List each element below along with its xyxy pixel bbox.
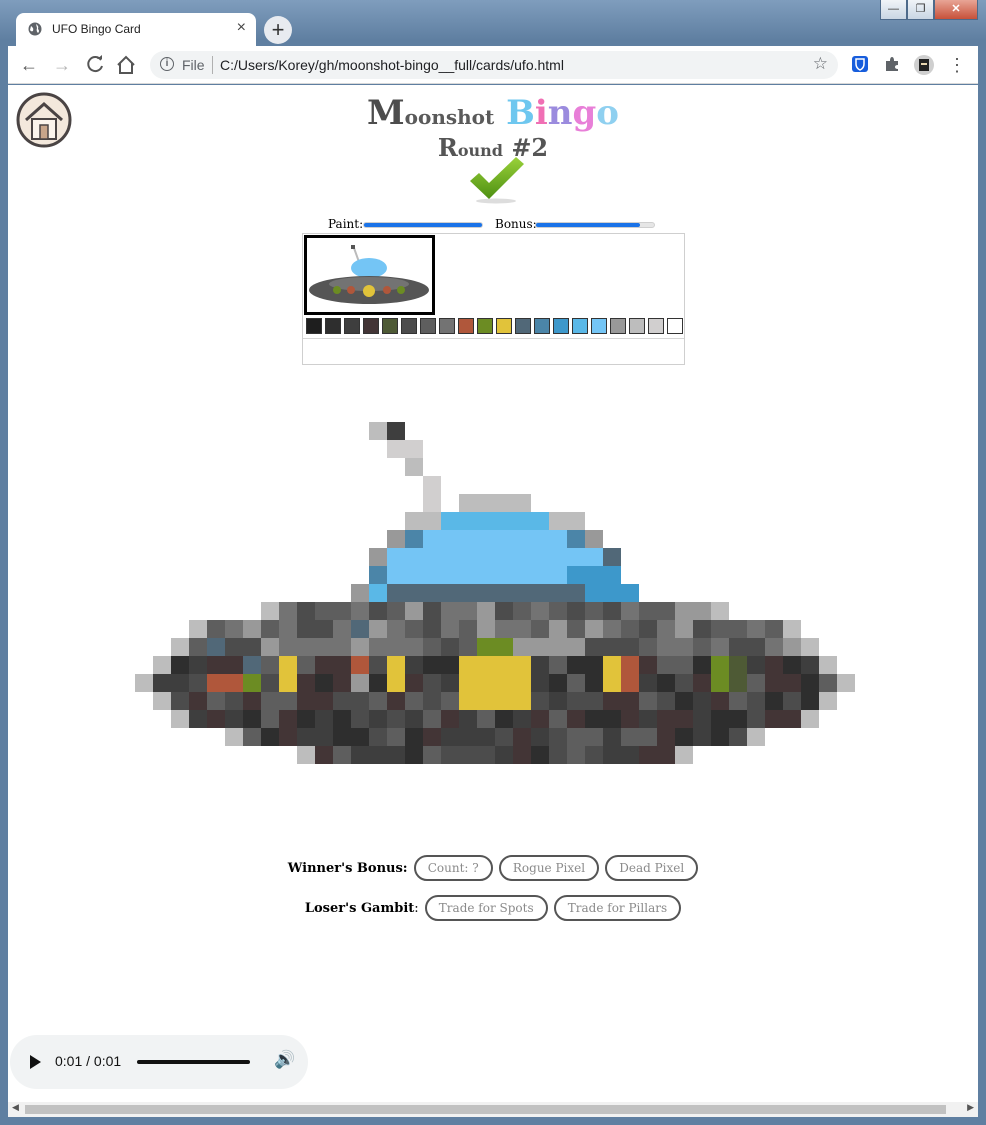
new-tab-button[interactable]: + (264, 16, 292, 44)
forward-arrow-icon[interactable]: → (51, 54, 73, 76)
audio-time: 0:01 / 0:01 (55, 1053, 122, 1069)
ufo-pixel-art-canvas[interactable] (135, 422, 855, 766)
color-swatches (306, 318, 686, 335)
color-swatch[interactable] (667, 318, 683, 334)
color-swatch[interactable] (420, 318, 436, 334)
palette-panel (302, 233, 685, 365)
page-title: Moonshot Bingo (8, 93, 978, 137)
scroll-right-arrow-icon[interactable]: ▶ (967, 1103, 974, 1113)
color-swatch[interactable] (344, 318, 360, 334)
losers-gambit-row: Loser's Gambit: Trade for Spots Trade fo… (8, 895, 978, 921)
checkmark-icon (470, 157, 524, 204)
page-header: Moonshot Bingo Round #2 (8, 93, 978, 164)
losers-gambit-label: Loser's Gambit (304, 901, 415, 916)
color-swatch[interactable] (439, 318, 455, 334)
dead-pixel-button[interactable]: Dead Pixel (605, 855, 699, 881)
url-text[interactable]: C:/Users/Korey/gh/moonshot-bingo__full/c… (220, 57, 564, 73)
round-initial: R (437, 133, 458, 162)
winners-bonus-row: Winner's Bonus: Count: ? Rogue Pixel Dea… (8, 855, 978, 881)
color-swatch[interactable] (648, 318, 664, 334)
restore-button[interactable]: ❐ (907, 0, 934, 20)
trade-for-pillars-button[interactable]: Trade for Pillars (553, 895, 682, 921)
color-swatch[interactable] (515, 318, 531, 334)
color-swatch[interactable] (325, 318, 341, 334)
trade-for-spots-button[interactable]: Trade for Spots (424, 895, 548, 921)
color-swatch[interactable] (477, 318, 493, 334)
scrollbar-thumb[interactable] (25, 1105, 946, 1114)
audio-player: 0:01 / 0:01 🔊 (10, 1035, 308, 1089)
bonus-progress-bar (535, 222, 655, 228)
url-scheme: File (182, 57, 205, 73)
volume-icon[interactable]: 🔊 (274, 1050, 295, 1070)
play-icon[interactable] (30, 1055, 41, 1069)
count-button[interactable]: Count: ? (413, 855, 493, 881)
color-swatch[interactable] (629, 318, 645, 334)
globe-icon (28, 22, 42, 36)
color-swatch[interactable] (534, 318, 550, 334)
page-content: Moonshot Bingo Round #2 Paint: Bonus: Wi… (8, 85, 978, 1102)
palette-footer (303, 338, 684, 364)
minimize-button[interactable]: — (880, 0, 907, 20)
title-bingo-letter: g (572, 93, 597, 133)
losers-gambit-colon: : (414, 901, 419, 916)
tab-close-icon[interactable]: × (237, 19, 246, 37)
address-bar[interactable]: i File C:/Users/Korey/gh/moonshot-bingo_… (150, 51, 838, 79)
bonus-progress-fill (536, 223, 640, 227)
color-swatch[interactable] (553, 318, 569, 334)
winners-bonus-label: Winner's Bonus: (287, 861, 408, 876)
color-swatch[interactable] (363, 318, 379, 334)
color-swatch[interactable] (306, 318, 322, 334)
color-swatch[interactable] (382, 318, 398, 334)
title-bingo-letter: n (547, 93, 573, 133)
horizontal-scrollbar[interactable]: ◀ ▶ (8, 1102, 978, 1117)
title-bingo-letter: B (506, 93, 535, 133)
extensions-puzzle-icon[interactable] (883, 55, 901, 73)
audio-progress-track[interactable] (137, 1060, 250, 1064)
title-moonshot-initial: M (367, 93, 405, 133)
reload-icon[interactable] (84, 54, 106, 76)
window-close-button[interactable]: ✕ (934, 0, 978, 20)
window-controls: — ❐ ✕ (880, 0, 978, 20)
profile-avatar[interactable] (914, 55, 934, 75)
title-bar: UFO Bingo Card × + — ❐ ✕ (0, 0, 986, 46)
scroll-left-arrow-icon[interactable]: ◀ (12, 1103, 19, 1113)
browser-menu-icon[interactable]: ⋮ (946, 54, 968, 76)
bookmark-star-icon[interactable]: ☆ (813, 54, 828, 74)
color-swatch[interactable] (572, 318, 588, 334)
ufo-thumbnail-image (309, 245, 429, 304)
title-bingo-letter: i (534, 93, 548, 133)
paint-progress-fill (364, 223, 482, 227)
color-swatch[interactable] (610, 318, 626, 334)
browser-toolbar: ← → i File C:/Users/Korey/gh/moonshot-bi… (8, 46, 978, 84)
color-swatch[interactable] (458, 318, 474, 334)
rogue-pixel-button[interactable]: Rogue Pixel (498, 855, 600, 881)
url-separator (212, 56, 213, 74)
title-bingo-letter: o (596, 93, 619, 133)
color-swatch[interactable] (496, 318, 512, 334)
home-icon[interactable] (115, 54, 137, 76)
tab-title: UFO Bingo Card (52, 22, 141, 36)
browser-tab[interactable]: UFO Bingo Card × (16, 13, 256, 46)
site-info-icon[interactable]: i (160, 57, 174, 71)
bitwarden-icon[interactable] (851, 55, 869, 73)
color-swatch[interactable] (591, 318, 607, 334)
browser-window: UFO Bingo Card × + — ❐ ✕ ← → i File C:/U… (0, 0, 986, 1125)
title-moonshot-rest: oonshot (404, 105, 495, 129)
bonus-label: Bonus: (495, 217, 537, 231)
color-swatch[interactable] (401, 318, 417, 334)
paint-progress-bar (363, 222, 483, 228)
paint-label: Paint: (328, 217, 364, 231)
target-image-thumbnail[interactable] (304, 235, 435, 315)
back-arrow-icon[interactable]: ← (18, 54, 40, 76)
